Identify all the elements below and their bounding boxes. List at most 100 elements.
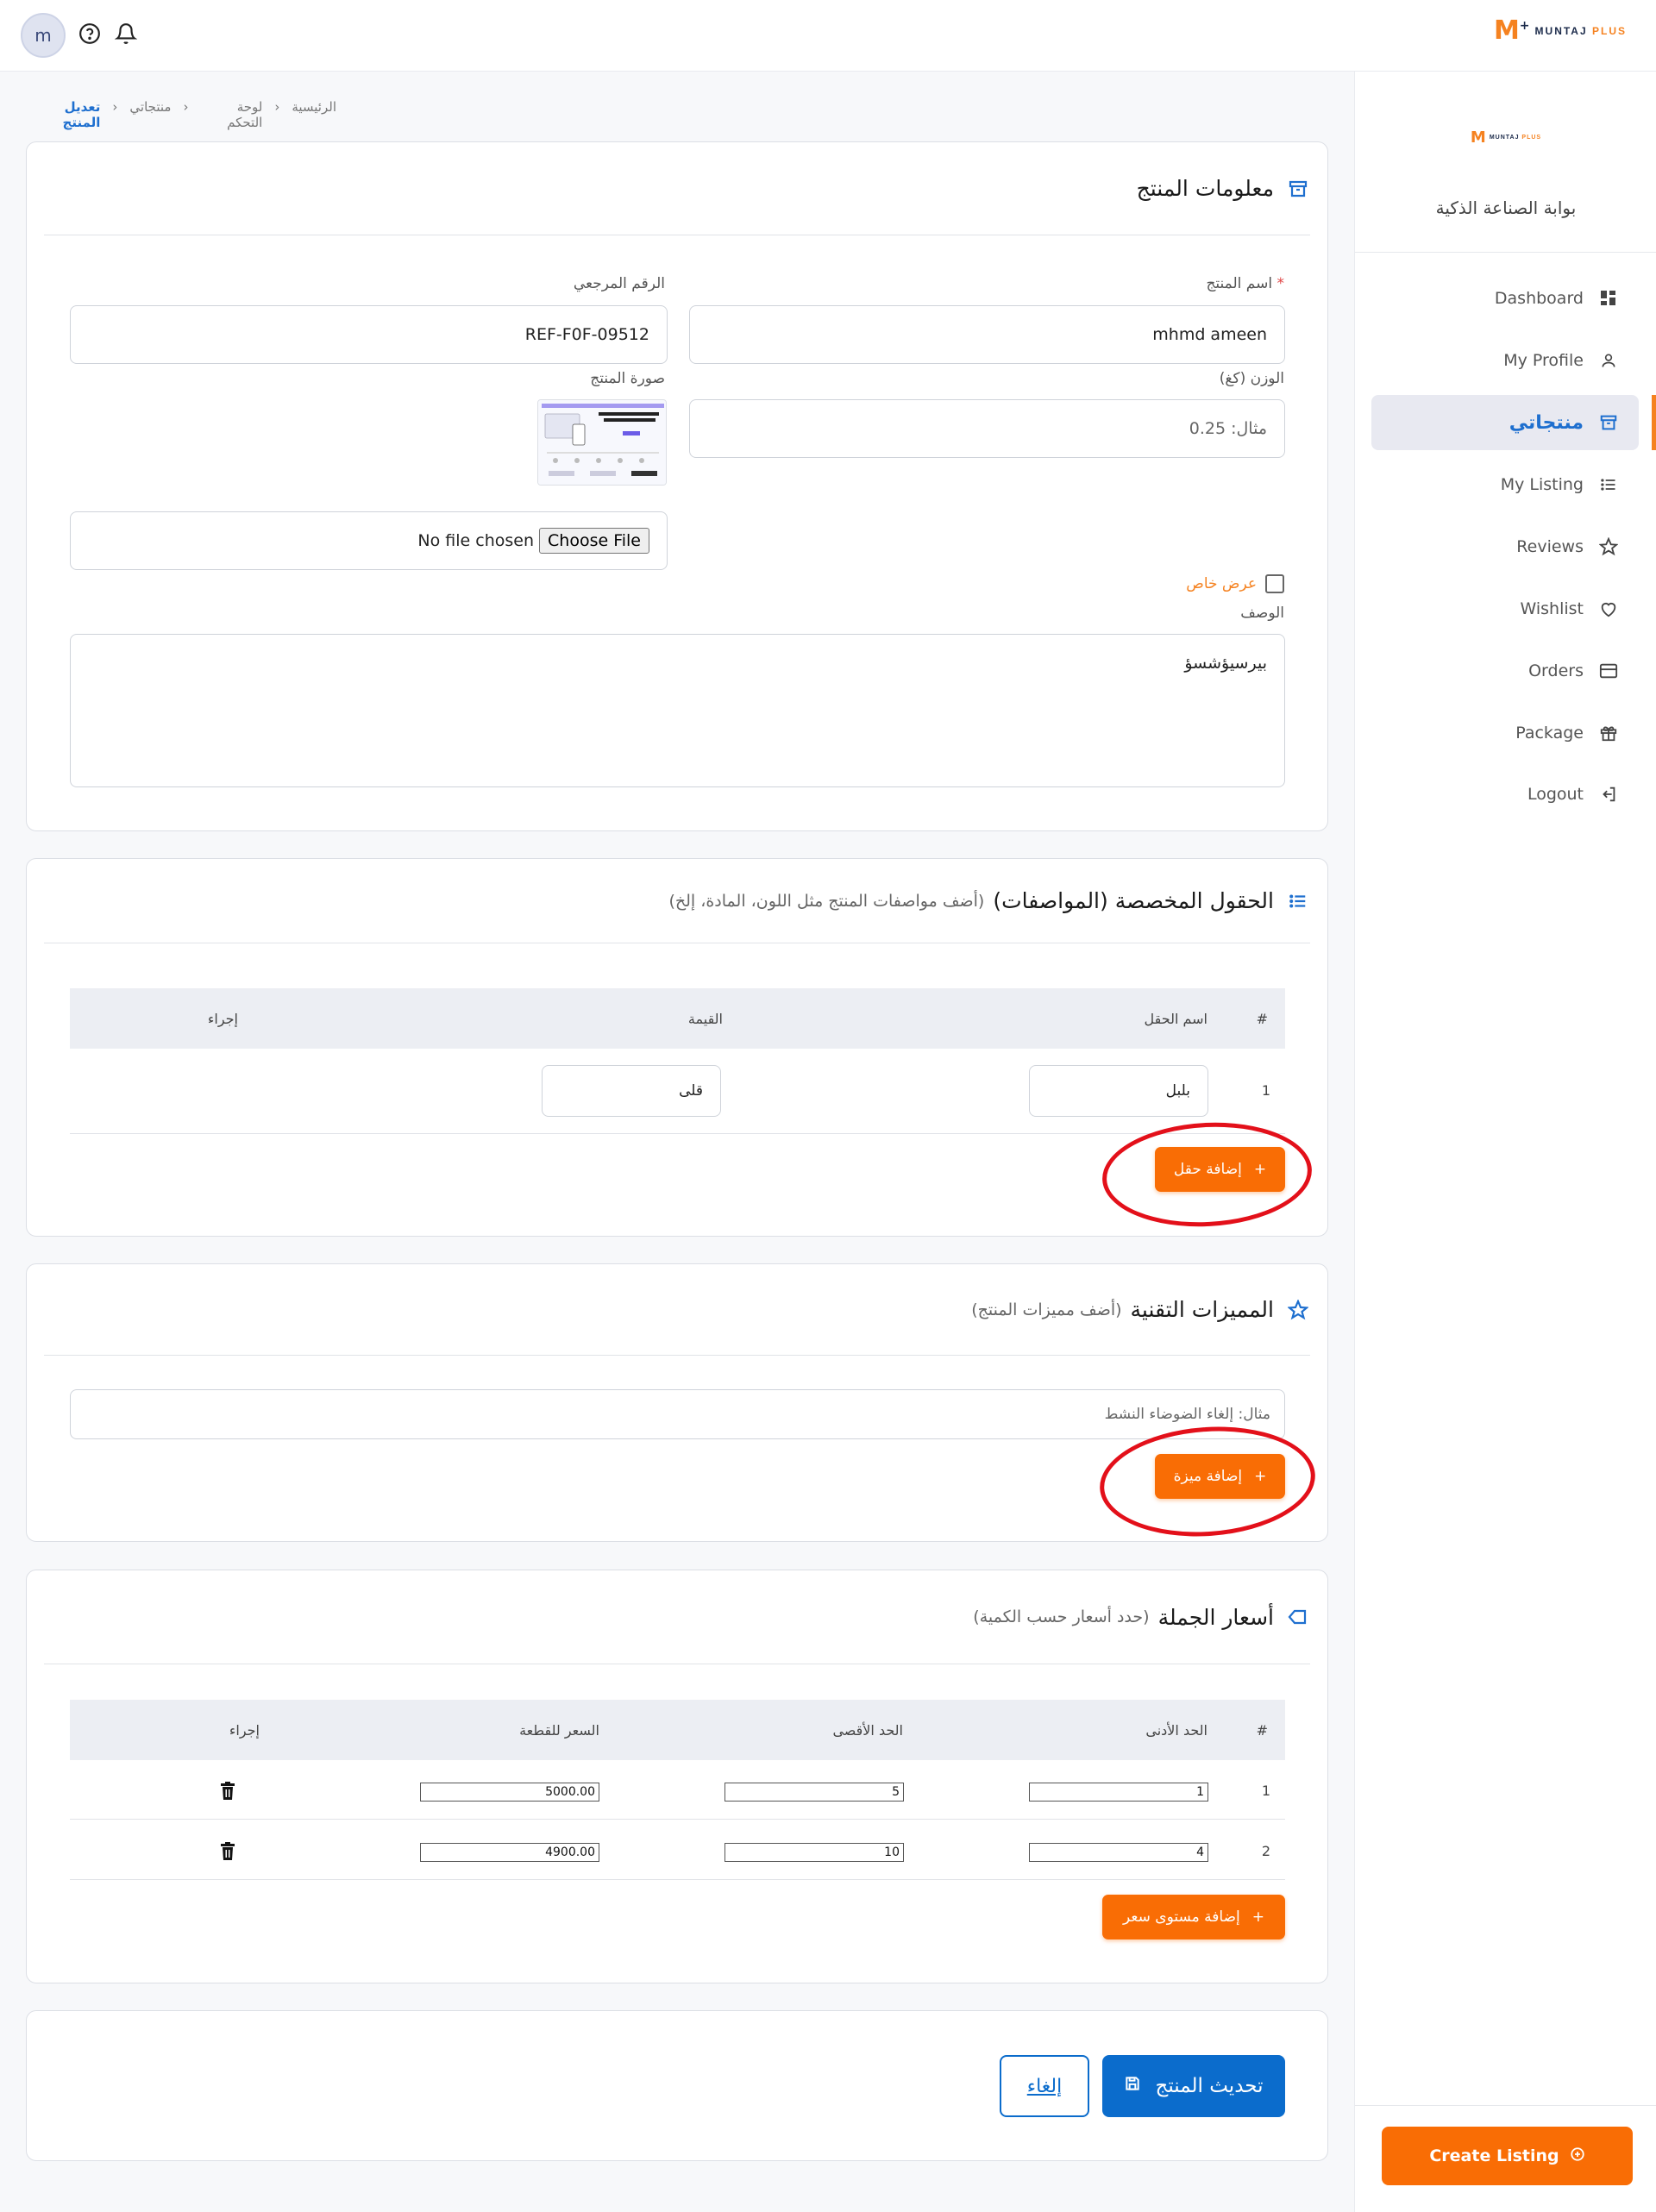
product-name-input[interactable]: mhmd ameen	[689, 305, 1285, 364]
breadcrumb-dashboard[interactable]: لوحة التحكم	[200, 99, 262, 130]
table-header: # الحد الأدنى الحد الأقصى السعر للقطعة إ…	[70, 1700, 1285, 1760]
user-icon	[1599, 351, 1618, 370]
brand-logo[interactable]: M+ MUNTAJ PLUS	[1494, 16, 1627, 46]
section-title: المميزات التقنية	[1130, 1297, 1274, 1322]
special-offer-label: عرض خاص	[1186, 575, 1257, 592]
sidebar-item-my-products[interactable]: منتجاتي	[1371, 395, 1656, 450]
sidebar-item-wishlist[interactable]: Wishlist	[1371, 581, 1639, 636]
card-icon	[1599, 661, 1618, 680]
section-subtitle: (أضف مواصفات المنتج مثل اللون، المادة، إ…	[668, 891, 985, 911]
field-value-input[interactable]: قلى	[542, 1065, 721, 1117]
weight-label: الوزن (كغ)	[1219, 370, 1284, 387]
sidebar-item-package[interactable]: Package	[1371, 705, 1639, 761]
archive-icon	[1599, 413, 1618, 432]
unit-price-input[interactable]: 4900.00	[420, 1843, 599, 1862]
breadcrumb-products[interactable]: منتجاتي	[129, 99, 171, 130]
special-offer-checkbox[interactable]	[1265, 574, 1284, 593]
trash-icon[interactable]	[220, 1782, 235, 1804]
column-header: الحد الأقصى	[832, 1721, 903, 1739]
create-listing-button[interactable]: Create Listing	[1382, 2127, 1633, 2185]
sidebar-item-logout[interactable]: Logout	[1371, 767, 1639, 822]
min-quantity-input[interactable]: 4	[1029, 1843, 1208, 1862]
avatar[interactable]: m	[21, 13, 66, 58]
column-header: القيمة	[687, 1010, 723, 1027]
section-title: الحقول المخصصة (المواصفات)	[993, 888, 1274, 913]
max-quantity-input[interactable]: 5	[724, 1783, 904, 1802]
sidebar-item-dashboard[interactable]: Dashboard	[1371, 271, 1639, 326]
divider	[70, 1879, 1285, 1880]
field-name-input[interactable]: بلبل	[1029, 1065, 1208, 1117]
divider	[70, 1819, 1285, 1820]
file-status: No file chosen	[417, 531, 535, 550]
divider	[70, 1133, 1285, 1134]
save-icon	[1124, 2075, 1141, 2097]
logout-icon	[1599, 785, 1618, 804]
section-subtitle: (أضف مميزات المنتج)	[971, 1300, 1122, 1319]
breadcrumb-home[interactable]: الرئيسية	[292, 99, 336, 130]
sidebar-item-orders[interactable]: Orders	[1371, 643, 1639, 699]
product-info-card: معلومات المنتج * اسم المنتج mhmd ameen ا…	[26, 141, 1328, 831]
section-subtitle: (حدد أسعار حسب الكمية)	[973, 1607, 1150, 1626]
star-icon	[1286, 1298, 1310, 1322]
column-header: السعر للقطعة	[519, 1721, 599, 1739]
breadcrumb-separator: ‹	[274, 99, 280, 115]
column-header: #	[1256, 1010, 1268, 1027]
breadcrumb-current: تعديل المنتج	[62, 99, 101, 130]
card-header: (حدد أسعار حسب الكمية) أسعار الجملة	[44, 1570, 1310, 1664]
max-quantity-input[interactable]: 10	[724, 1843, 904, 1862]
custom-fields-card: (أضف مواصفات المنتج مثل اللون، المادة، إ…	[26, 858, 1328, 1237]
avatar-initial: m	[34, 25, 52, 46]
description-label: الوصف	[1240, 605, 1284, 622]
cancel-button[interactable]: إلغاء	[1000, 2055, 1089, 2117]
sidebar-item-my-listing[interactable]: My Listing	[1371, 457, 1639, 512]
card-header: معلومات المنتج	[44, 142, 1310, 235]
sidebar-brand-name: MUNTAJ	[1489, 135, 1520, 141]
product-image-thumbnail[interactable]	[537, 399, 667, 486]
logo-mark-icon: M+	[1493, 16, 1530, 46]
file-upload-input[interactable]: No file chosen Choose File	[70, 511, 668, 570]
sidebar-item-label: Logout	[1527, 785, 1584, 804]
sidebar-brand-suffix: PLUS	[1521, 135, 1542, 141]
section-title: أسعار الجملة	[1157, 1604, 1274, 1630]
weight-input[interactable]: مثال: 0.25	[689, 399, 1285, 458]
sidebar-item-label: Orders	[1528, 661, 1584, 680]
trash-icon[interactable]	[220, 1842, 235, 1864]
row-number: 1	[1261, 1082, 1270, 1099]
description-textarea[interactable]: بيرسيؤشسؤ	[70, 634, 1285, 787]
top-bar: m M+ MUNTAJ PLUS	[0, 0, 1656, 72]
sidebar-item-label: Package	[1515, 724, 1584, 743]
bell-icon[interactable]	[111, 19, 141, 48]
sidebar: M MUNTAJ PLUS بوابة الصناعة الذكية Dashb…	[1354, 72, 1656, 2212]
plus-icon: +	[1251, 1908, 1264, 1926]
breadcrumb-separator: ‹	[112, 99, 118, 115]
sidebar-item-label: منتجاتي	[1509, 411, 1584, 434]
form-actions-card: تحديث المنتج إلغاء	[26, 2010, 1328, 2161]
unit-price-input[interactable]: 5000.00	[420, 1783, 599, 1802]
portal-name: بوابة الصناعة الذكية	[1435, 197, 1577, 218]
reference-input[interactable]: REF-F0F-09512	[70, 305, 668, 364]
wholesale-prices-card: (حدد أسعار حسب الكمية) أسعار الجملة # ال…	[26, 1570, 1328, 1983]
archive-icon	[1286, 177, 1310, 201]
create-listing-label: Create Listing	[1429, 2146, 1559, 2165]
update-label: تحديث المنتج	[1155, 2075, 1264, 2097]
sidebar-item-label: Wishlist	[1520, 599, 1584, 618]
sidebar-item-label: My Profile	[1503, 351, 1584, 370]
sidebar-logo[interactable]: M MUNTAJ PLUS	[1355, 128, 1656, 147]
feature-input[interactable]: مثال: إلغاء الضوضاء النشط	[70, 1389, 1285, 1439]
brand-suffix: PLUS	[1591, 24, 1627, 37]
list-icon	[1286, 889, 1310, 913]
sidebar-item-reviews[interactable]: Reviews	[1371, 519, 1639, 574]
add-price-tier-label: إضافة مستوى سعر	[1123, 1908, 1240, 1926]
choose-file-button[interactable]: Choose File	[539, 528, 649, 554]
column-header: إجراء	[207, 1010, 238, 1027]
update-product-button[interactable]: تحديث المنتج	[1102, 2055, 1285, 2117]
table-header: # اسم الحقل القيمة إجراء	[70, 988, 1285, 1049]
add-price-tier-button[interactable]: + إضافة مستوى سعر	[1102, 1895, 1285, 1939]
section-title: معلومات المنتج	[1136, 176, 1274, 201]
breadcrumb-separator: ‹	[183, 99, 189, 115]
column-header: اسم الحقل	[1144, 1010, 1208, 1027]
column-header: إجراء	[229, 1721, 260, 1739]
sidebar-item-my-profile[interactable]: My Profile	[1371, 333, 1639, 388]
help-icon[interactable]	[75, 19, 104, 48]
min-quantity-input[interactable]: 1	[1029, 1783, 1208, 1802]
